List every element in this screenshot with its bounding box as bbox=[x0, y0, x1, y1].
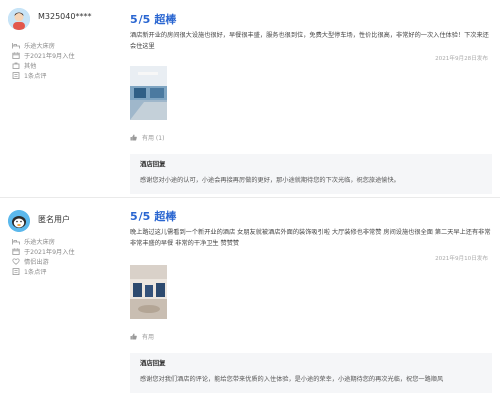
thumbs-up-icon bbox=[130, 333, 137, 340]
username[interactable]: 匿名用户 bbox=[38, 214, 70, 225]
trip-type-label: 其他 bbox=[24, 62, 37, 70]
room-type: 乐途大床房 bbox=[12, 40, 75, 50]
trip-type-icon bbox=[12, 62, 20, 69]
reply-title: 酒店回复 bbox=[140, 160, 166, 168]
room-type-label: 乐途大床房 bbox=[24, 238, 55, 246]
stay-date: 于2021年9月入住 bbox=[12, 50, 75, 60]
trip-type-icon bbox=[12, 257, 20, 265]
bed-icon bbox=[12, 42, 20, 49]
review-photo[interactable] bbox=[130, 265, 167, 319]
review-count-icon bbox=[12, 267, 20, 275]
score-word: 超棒 bbox=[154, 210, 177, 223]
review-date: 2021年9月28日发布 bbox=[435, 56, 488, 62]
hotel-reply: 酒店回复 感谢您对小途的认可，小途会再接再厉做的更好，那小途就期待您的下次光临，… bbox=[130, 154, 492, 194]
stay-date-label: 于2021年9月入住 bbox=[24, 52, 75, 60]
reviewer-meta: 乐途大床房 于2021年9月入住 其他 1条点评 bbox=[12, 40, 75, 80]
room-type-label: 乐途大床房 bbox=[24, 42, 55, 50]
review-count-label: 1条点评 bbox=[24, 72, 47, 80]
review-count-label: 1条点评 bbox=[24, 268, 47, 276]
review-count: 1条点评 bbox=[12, 70, 75, 80]
score-word: 超棒 bbox=[154, 13, 177, 26]
helpful-label: 有用 (1) bbox=[142, 135, 165, 142]
helpful-label: 有用 bbox=[142, 334, 155, 341]
score-max: /5 bbox=[138, 13, 151, 26]
score-max: /5 bbox=[138, 210, 151, 223]
review-count: 1条点评 bbox=[12, 266, 75, 276]
review-text: 酒店新开业的房间很大设施也很好，早餐很丰盛，服务也很到位，免费大型停车场，性价比… bbox=[130, 32, 489, 50]
trip-type: 情侣出游 bbox=[12, 256, 75, 266]
calendar-icon bbox=[12, 51, 20, 59]
review-score: 5/5 超棒 bbox=[130, 208, 176, 224]
review-text: 晚上路过这儿需看到一个新开业的酒店 女朋友就被酒店外面的装饰吸引啦 大厅装修也非… bbox=[130, 229, 491, 247]
stay-date-label: 于2021年9月入住 bbox=[24, 248, 75, 256]
thumbs-up-icon bbox=[130, 134, 137, 141]
trip-type: 其他 bbox=[12, 60, 75, 70]
helpful-button[interactable]: 有用 bbox=[130, 332, 154, 341]
review-card: M325040**** 乐途大床房 于2021年9月入住 其他 1条点评 5/5… bbox=[0, 0, 500, 196]
bed-icon bbox=[12, 238, 20, 245]
review-score: 5/5 超棒 bbox=[130, 11, 176, 27]
reply-text: 感谢您对小途的认可，小途会再接再厉做的更好，那小途就期待您的下次光临，祝您旅途愉… bbox=[140, 177, 400, 184]
username[interactable]: M325040**** bbox=[38, 12, 91, 21]
reviewer-meta: 乐途大床房 于2021年9月入住 情侣出游 1条点评 bbox=[12, 236, 75, 276]
stay-date: 于2021年9月入住 bbox=[12, 246, 75, 256]
calendar-icon bbox=[12, 247, 20, 255]
hotel-reply: 酒店回复 感谢您对我们酒店的评论，能给您带来优质的入住体验，是小途的荣幸，小途期… bbox=[130, 353, 492, 393]
review-count-icon bbox=[12, 71, 20, 79]
review-divider bbox=[0, 197, 500, 198]
avatar[interactable] bbox=[8, 210, 30, 232]
room-type: 乐途大床房 bbox=[12, 236, 75, 246]
trip-type-label: 情侣出游 bbox=[24, 258, 49, 266]
reply-title: 酒店回复 bbox=[140, 359, 166, 367]
review-card: 匿名用户 乐途大床房 于2021年9月入住 情侣出游 1条点评 5/5 超棒 晚上… bbox=[0, 200, 500, 393]
helpful-button[interactable]: 有用 (1) bbox=[130, 133, 164, 142]
avatar[interactable] bbox=[8, 8, 30, 30]
score-value: 5 bbox=[130, 13, 138, 26]
score-value: 5 bbox=[130, 210, 138, 223]
reply-text: 感谢您对我们酒店的评论，能给您带来优质的入住体验，是小途的荣幸，小途期待您的再次… bbox=[140, 376, 444, 383]
review-date: 2021年9月10日发布 bbox=[435, 256, 488, 262]
review-photo[interactable] bbox=[130, 66, 167, 120]
